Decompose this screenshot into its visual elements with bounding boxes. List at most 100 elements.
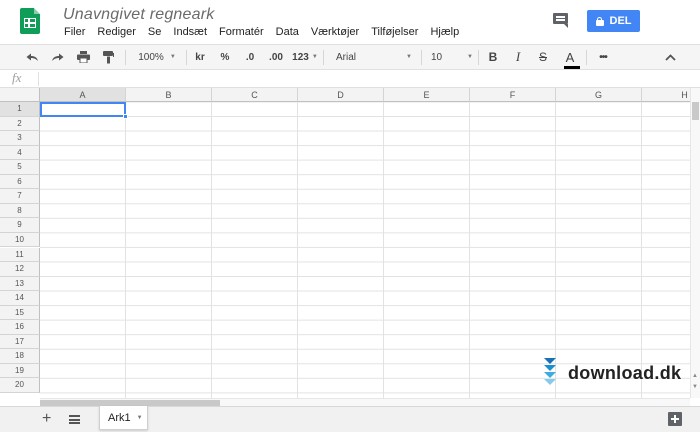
row-header[interactable]: 17 bbox=[0, 334, 40, 350]
row-header[interactable]: 20 bbox=[0, 378, 40, 393]
increase-decimal-label: .00 bbox=[269, 51, 283, 63]
text-color-button[interactable]: A bbox=[561, 45, 580, 69]
format-currency-button[interactable]: kr bbox=[191, 45, 209, 69]
font-size-select[interactable]: 10 ▼ bbox=[425, 45, 475, 69]
row-header[interactable]: 15 bbox=[0, 305, 40, 321]
toolbar-divider bbox=[478, 50, 479, 65]
row-header[interactable]: 2 bbox=[0, 116, 40, 132]
row-header[interactable]: 9 bbox=[0, 218, 40, 233]
row-header[interactable]: 14 bbox=[0, 291, 40, 306]
toolbar-divider bbox=[421, 50, 422, 65]
paint-format-icon[interactable] bbox=[98, 45, 118, 69]
column-header-a[interactable]: A bbox=[40, 88, 126, 102]
select-all-corner[interactable] bbox=[0, 88, 40, 102]
row-header[interactable]: 16 bbox=[0, 320, 40, 335]
all-sheets-menu-icon[interactable] bbox=[69, 415, 80, 424]
vertical-scroll-thumb[interactable] bbox=[692, 102, 699, 120]
app-header: Unavngivet regneark Filer Rediger Se Ind… bbox=[0, 0, 700, 44]
comments-icon[interactable] bbox=[552, 12, 570, 28]
more-formats-select[interactable]: 123 ▼ bbox=[291, 45, 319, 69]
menu-edit[interactable]: Rediger bbox=[91, 25, 142, 39]
font-size-value: 10 bbox=[431, 51, 443, 63]
column-header-f[interactable]: F bbox=[470, 88, 556, 102]
italic-button[interactable]: I bbox=[509, 45, 527, 69]
redo-icon[interactable] bbox=[47, 45, 67, 69]
column-header-d[interactable]: D bbox=[298, 88, 384, 102]
watermark: download.dk bbox=[544, 358, 681, 388]
share-button[interactable]: DEL bbox=[587, 10, 640, 32]
download-logo-icon bbox=[544, 358, 556, 388]
row-header[interactable]: 1 bbox=[0, 102, 40, 117]
more-formats-label: 123 bbox=[292, 51, 309, 63]
row-header[interactable]: 12 bbox=[0, 262, 40, 277]
row-header[interactable]: 3 bbox=[0, 131, 40, 146]
column-header-c[interactable]: C bbox=[212, 88, 298, 102]
row-header[interactable]: 6 bbox=[0, 174, 40, 190]
menu-file[interactable]: Filer bbox=[58, 25, 91, 39]
column-header-b[interactable]: B bbox=[126, 88, 212, 102]
formula-bar: fx bbox=[0, 70, 700, 88]
sheets-logo-icon[interactable] bbox=[20, 8, 40, 34]
explore-icon[interactable] bbox=[668, 412, 682, 426]
document-title[interactable]: Unavngivet regneark bbox=[63, 6, 214, 24]
toolbar-divider bbox=[586, 50, 587, 65]
fill-handle[interactable] bbox=[123, 114, 128, 119]
toolbar-divider bbox=[323, 50, 324, 65]
decrease-decimal-button[interactable]: .0 bbox=[240, 45, 260, 69]
menu-help[interactable]: Hjælp bbox=[424, 25, 465, 39]
scroll-down-icon[interactable]: ▼ bbox=[692, 384, 698, 390]
menu-insert[interactable]: Indsæt bbox=[167, 25, 213, 39]
formula-divider bbox=[38, 72, 39, 86]
text-color-swatch bbox=[563, 65, 580, 69]
print-icon[interactable] bbox=[73, 45, 93, 69]
formula-input[interactable] bbox=[44, 70, 684, 87]
more-options-button[interactable]: ••• bbox=[592, 45, 614, 69]
vertical-scrollbar[interactable]: ▲ ▼ bbox=[690, 88, 700, 398]
strikethrough-button[interactable]: S bbox=[534, 45, 552, 69]
undo-icon[interactable] bbox=[22, 45, 42, 69]
sheet-bar: + Ark1 ▼ bbox=[0, 406, 700, 432]
text-color-label: A bbox=[565, 49, 575, 65]
selected-cell-a1[interactable] bbox=[40, 102, 128, 119]
sheet-tab-menu-icon[interactable]: ▼ bbox=[137, 415, 143, 421]
menu-addons[interactable]: Tilføjelser bbox=[365, 25, 424, 39]
menu-bar: Filer Rediger Se Indsæt Formatér Data Væ… bbox=[58, 25, 465, 39]
collapse-toolbar-icon[interactable] bbox=[660, 45, 680, 69]
row-header[interactable]: 7 bbox=[0, 189, 40, 204]
column-header-e[interactable]: E bbox=[384, 88, 470, 102]
menu-data[interactable]: Data bbox=[270, 25, 305, 39]
share-button-label: DEL bbox=[609, 15, 632, 27]
menu-tools[interactable]: Værktøjer bbox=[305, 25, 365, 39]
zoom-select[interactable]: 100% ▼ bbox=[133, 45, 181, 69]
sheet-tab-label: Ark1 bbox=[108, 411, 131, 424]
cell-area[interactable] bbox=[40, 102, 700, 398]
toolbar-divider bbox=[125, 50, 126, 65]
row-header[interactable]: 11 bbox=[0, 247, 40, 263]
horizontal-scrollbar[interactable] bbox=[40, 398, 690, 406]
row-header[interactable]: 18 bbox=[0, 349, 40, 364]
toolbar: 100% ▼ kr % .0 .00 123 ▼ Arial ▼ 10 ▼ B I S … bbox=[0, 44, 700, 70]
row-header[interactable]: 4 bbox=[0, 145, 40, 161]
menu-view[interactable]: Se bbox=[142, 25, 167, 39]
row-header[interactable]: 8 bbox=[0, 203, 40, 219]
column-header-g[interactable]: G bbox=[556, 88, 642, 102]
font-family-select[interactable]: Arial ▼ bbox=[330, 45, 418, 69]
menu-format[interactable]: Formatér bbox=[213, 25, 270, 39]
font-family-value: Arial bbox=[336, 51, 357, 63]
row-header[interactable]: 13 bbox=[0, 276, 40, 292]
row-header[interactable]: 5 bbox=[0, 160, 40, 175]
row-header[interactable]: 10 bbox=[0, 232, 40, 248]
add-sheet-icon[interactable]: + bbox=[42, 409, 51, 429]
toolbar-divider bbox=[186, 50, 187, 65]
watermark-text: download.dk bbox=[568, 362, 682, 383]
bold-button[interactable]: B bbox=[484, 45, 502, 69]
fx-icon: fx bbox=[12, 70, 22, 85]
zoom-value: 100% bbox=[138, 51, 164, 63]
row-header[interactable]: 19 bbox=[0, 363, 40, 379]
scroll-up-icon[interactable]: ▲ bbox=[692, 373, 698, 379]
spreadsheet-grid: A B C D E F G H 1 2 3 4 5 6 7 8 9 10 11 … bbox=[0, 88, 700, 398]
format-percent-button[interactable]: % bbox=[216, 45, 234, 69]
increase-decimal-button[interactable]: .00 bbox=[265, 45, 287, 69]
decrease-decimal-label: .0 bbox=[245, 51, 255, 63]
sheet-tab[interactable]: Ark1 ▼ bbox=[99, 406, 148, 430]
